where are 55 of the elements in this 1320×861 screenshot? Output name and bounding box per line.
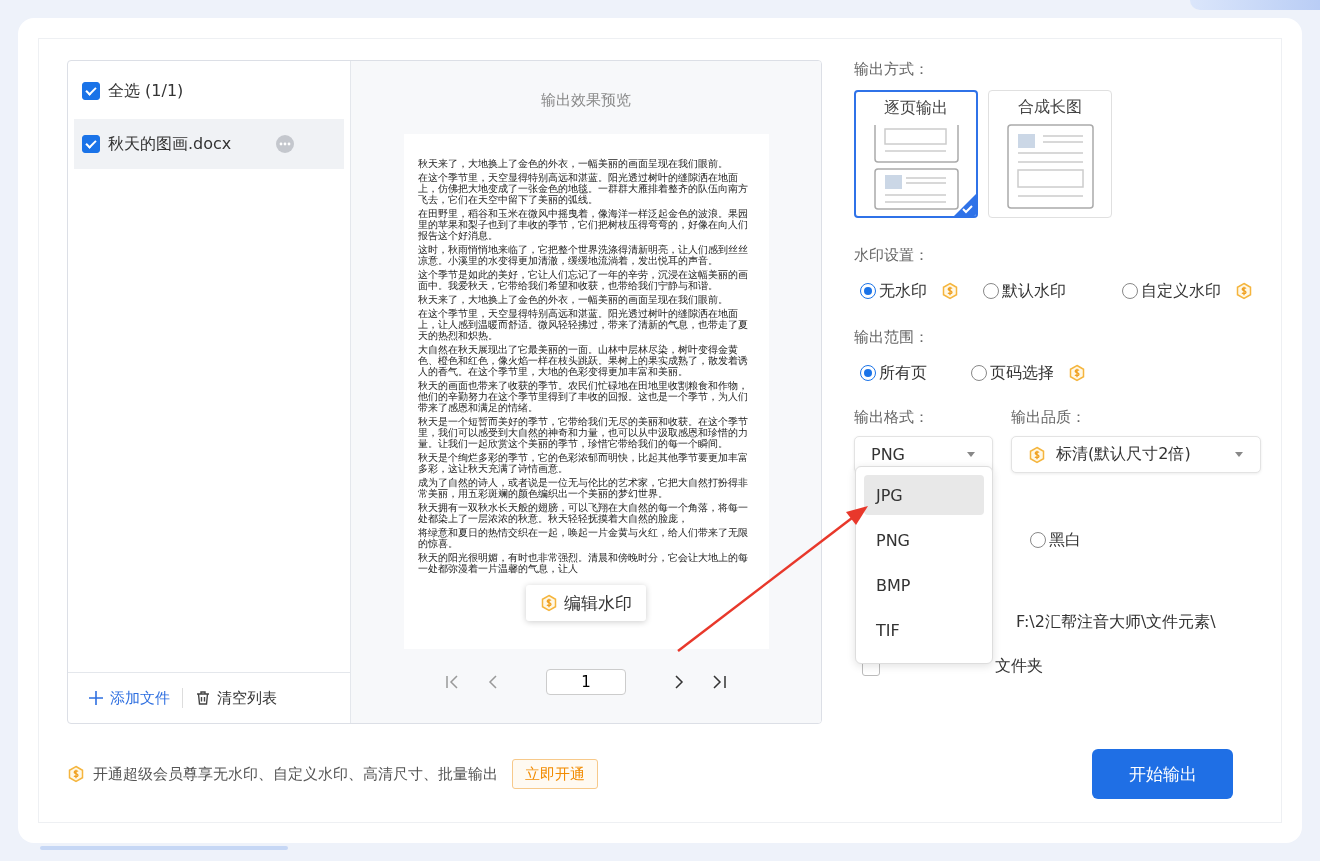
caret-icon [1234,451,1244,458]
radio-option[interactable]: 黑白 [1030,529,1081,551]
radio-option[interactable]: 所有页 [860,362,927,384]
trash-icon [195,690,211,706]
promo-text: 开通超级会员尊享无水印、自定义水印、高清尺寸、批量输出 [93,764,498,784]
start-output-button[interactable]: 开始输出 [1092,749,1233,799]
document-paragraph: 秋天的阳光很明媚，有时也非常强烈。清晨和傍晚时分，它会让大地上的每一处都弥漫着一片温馨的气息，让人 [417,552,749,574]
section-label: 输出方式： [854,60,930,80]
radio-option[interactable]: 无水印 [860,280,927,302]
select-all-label[interactable]: 全选 (1/1) [108,80,184,102]
section-label: 输出格式： [854,408,930,428]
document-paragraph: 在这个季节里，天空显得特别高远和湛蓝。阳光透过树叶的缝隙洒在地面上，仿佛把大地变成了一张金色的地毯。一群群大雁排着整齐的队伍向南方飞去，它们在天空中留下了美丽的弧线。 [417,172,749,205]
caret-icon [966,451,976,458]
section-label: 水印设置： [854,246,930,266]
output-mode-option[interactable]: 合成长图 [988,90,1112,218]
coin-icon [540,594,558,612]
section-label: 输出范围： [854,328,930,348]
document-paragraph: 成为了自然的诗人，或者说是一位无与伦比的艺术家，它把大自然打扮得非常美丽，用五彩斑斓的颜色编织出一个美丽的梦幻世界。 [417,477,749,499]
document-paragraph: 这个季节是如此的美好，它让人们忘记了一年的辛劳，沉浸在这幅美丽的画面中。我爱秋天，它带给我们希望和收获，也带给我们宁静与和谐。 [417,269,749,291]
radio-option[interactable]: 自定义水印 [1122,280,1221,302]
checkbox[interactable] [82,135,100,153]
document-paragraph: 在这个季节里，天空显得特别高远和湛蓝。阳光透过树叶的缝隙洒在地面上，让人感到温暖而舒适。微风轻轻拂过，带来了清新的气息，也带走了夏天的热烈和炽热。 [417,308,749,341]
document-paragraph: 这时，秋雨悄悄地来临了，它把整个世界洗涤得清新明亮，让人们感到丝丝凉意。小溪里的水变得更加清澈，缓缓地流淌着，发出悦耳的声音。 [417,244,749,266]
menu-item[interactable]: JPG [864,475,984,515]
output-mode-option[interactable]: 逐页输出 [854,90,978,218]
page-number-field[interactable]: 1 [546,669,626,695]
output-folder-path: F:\2汇帮注音大师\文件元素\ [1016,612,1217,633]
document-paragraph: 秋天来了，大地换上了金色的外衣，一幅美丽的画面呈现在我们眼前。 [417,294,729,305]
document-paragraph: 秋天的画面也带来了收获的季节。农民们忙碌地在田地里收割粮食和作物，他们的辛勤努力在这个季节里得到了丰收的回报。这也是一个季节，为人们带来了感恩和满足的情绪。 [417,380,749,413]
document-paragraph: 秋天是个绚烂多彩的季节，它的色彩浓郁而明快，比起其他季节要更加丰富多彩，这让秋天充满了诗情画意。 [417,452,749,474]
section-label: 输出品质： [1011,408,1087,428]
edit-watermark-button[interactable]: 编辑水印 [526,585,646,621]
checkbox[interactable] [82,82,100,100]
menu-item[interactable]: BMP [864,565,984,605]
radio-option[interactable]: 页码选择 [971,362,1054,384]
radio-option[interactable]: 默认水印 [983,280,1066,302]
plus-icon [88,690,104,706]
document-paragraph: 大自然在秋天展现出了它最美丽的一面。山林中层林尽染，树叶变得金黄色、橙色和红色，像火焰一样在枝头跳跃。果树上的果实成熟了，散发着诱人的香气。在这个季节里，大地的色彩变得更加丰富和美丽。 [417,344,749,377]
checkbox-label: 文件夹 [995,656,1043,677]
document-paragraph: 将绿意和夏日的热情交织在一起，唤起一片金黄与火红，给人们带来了无限的惊喜。 [417,527,749,549]
document-paragraph: 秋天是一个短暂而美好的季节，它带给我们无尽的美丽和收获。在这个季节里，我们可以感受到大自然的神奇和力量，也可以从中汲取感恩和珍惜的力量。让我们一起欣赏这个美丽的季节，珍惜它带给我们的每一个瞬间。 [417,416,749,449]
file-item[interactable]: 秋天的图画.docx [74,119,344,169]
last-page-icon[interactable] [710,673,728,691]
file-name: 秋天的图画.docx [108,133,232,155]
coin-icon [67,765,85,783]
check-icon [954,194,976,216]
document-paragraph: 秋天拥有一双秋水长天般的翅膀，可以飞翔在大自然的每一个角落，将每一处都染上了一层浓浓的秋意。秋天轻轻抚摸着大自然的脸庞， [417,502,749,524]
menu-item[interactable]: TIF [864,610,984,650]
preview-title: 输出效果预览 [541,91,631,111]
document-paragraph: 在田野里，稻谷和玉米在微风中摇曳着，像海洋一样泛起金色的波浪。果园里的苹果和梨子也到了丰收的季节，它们把树枝压得弯弯的，好像在向人们报告这个好消息。 [417,208,749,241]
menu-item[interactable]: PNG [864,520,984,560]
document-paragraph: 秋天来了，大地换上了金色的外衣，一幅美丽的画面呈现在我们眼前。 [417,158,729,169]
add-file-button[interactable]: 添加文件 [88,688,170,708]
clear-list-button[interactable]: 清空列表 [195,688,277,708]
quality-dropdown[interactable]: 标清(默认尺寸2倍) [1011,436,1261,473]
